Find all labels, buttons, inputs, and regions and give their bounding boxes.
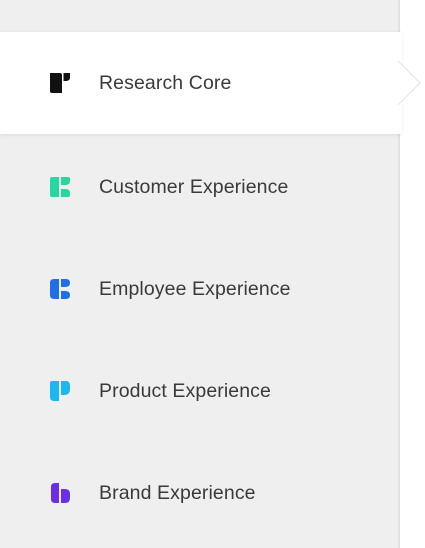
nav-item-research-core[interactable]: Research Core	[0, 32, 402, 134]
product-experience-logo-icon	[48, 379, 72, 403]
nav-item-label: Customer Experience	[99, 175, 289, 198]
product-switcher: Research Core Customer Experience Employ	[0, 0, 425, 548]
nav-item-product-experience[interactable]: Product Experience	[0, 340, 400, 442]
nav-item-label: Product Experience	[99, 379, 271, 402]
nav-item-label: Brand Experience	[99, 481, 256, 504]
research-core-logo-icon	[48, 71, 72, 95]
nav-item-label: Employee Experience	[99, 277, 291, 300]
employee-experience-logo-icon	[48, 277, 72, 301]
nav-item-label: Research Core	[99, 71, 232, 94]
customer-experience-logo-icon	[48, 175, 72, 199]
nav-item-customer-experience[interactable]: Customer Experience	[0, 136, 400, 238]
nav-item-brand-experience[interactable]: Brand Experience	[0, 442, 400, 544]
brand-experience-logo-icon	[48, 481, 72, 505]
nav-item-employee-experience[interactable]: Employee Experience	[0, 238, 400, 340]
